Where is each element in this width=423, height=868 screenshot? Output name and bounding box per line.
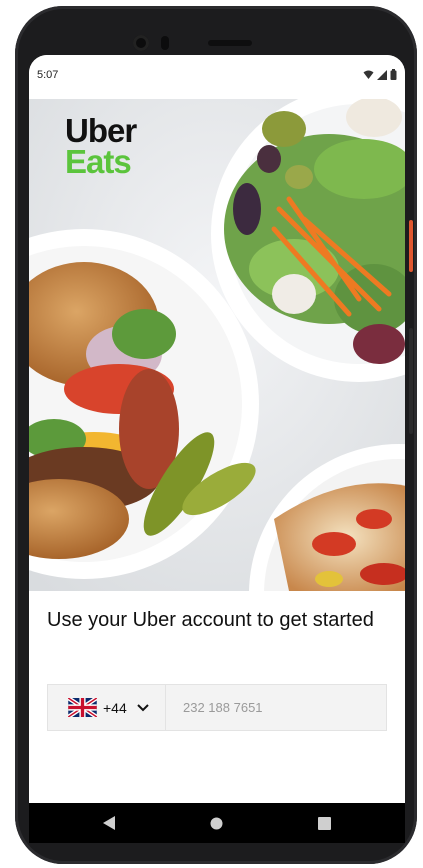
chevron-down-icon: [137, 703, 149, 711]
status-icons: [363, 69, 397, 80]
proximity-sensor: [161, 36, 169, 50]
page-title: Use your Uber account to get started: [47, 609, 374, 631]
country-code: +44: [103, 699, 127, 716]
power-button: [409, 220, 413, 272]
volume-button: [409, 328, 413, 434]
front-camera: [133, 35, 149, 51]
battery-icon: [390, 69, 397, 80]
country-code-selector[interactable]: +44: [48, 685, 166, 730]
status-bar: 5:07: [29, 55, 405, 99]
logo-uber-text: Uber: [65, 112, 137, 149]
app-screen: 5:07 Uber Eats Use your Uber account to …: [29, 55, 405, 803]
back-icon[interactable]: [102, 815, 116, 831]
phone-number-field: +44: [47, 684, 387, 731]
logo-eats-text: Eats: [65, 143, 132, 180]
phone-number-input[interactable]: [181, 699, 375, 716]
wifi-icon: [363, 70, 374, 79]
hero-food-image: Uber Eats: [29, 99, 405, 591]
recents-icon[interactable]: [318, 817, 331, 830]
home-icon[interactable]: [210, 817, 223, 830]
uk-flag-icon: [68, 698, 97, 717]
earpiece-speaker: [208, 40, 252, 46]
uber-eats-logo: Uber Eats: [65, 112, 137, 180]
status-time: 5:07: [37, 69, 59, 81]
signal-icon: [377, 69, 387, 80]
android-nav-bar: [29, 803, 405, 843]
